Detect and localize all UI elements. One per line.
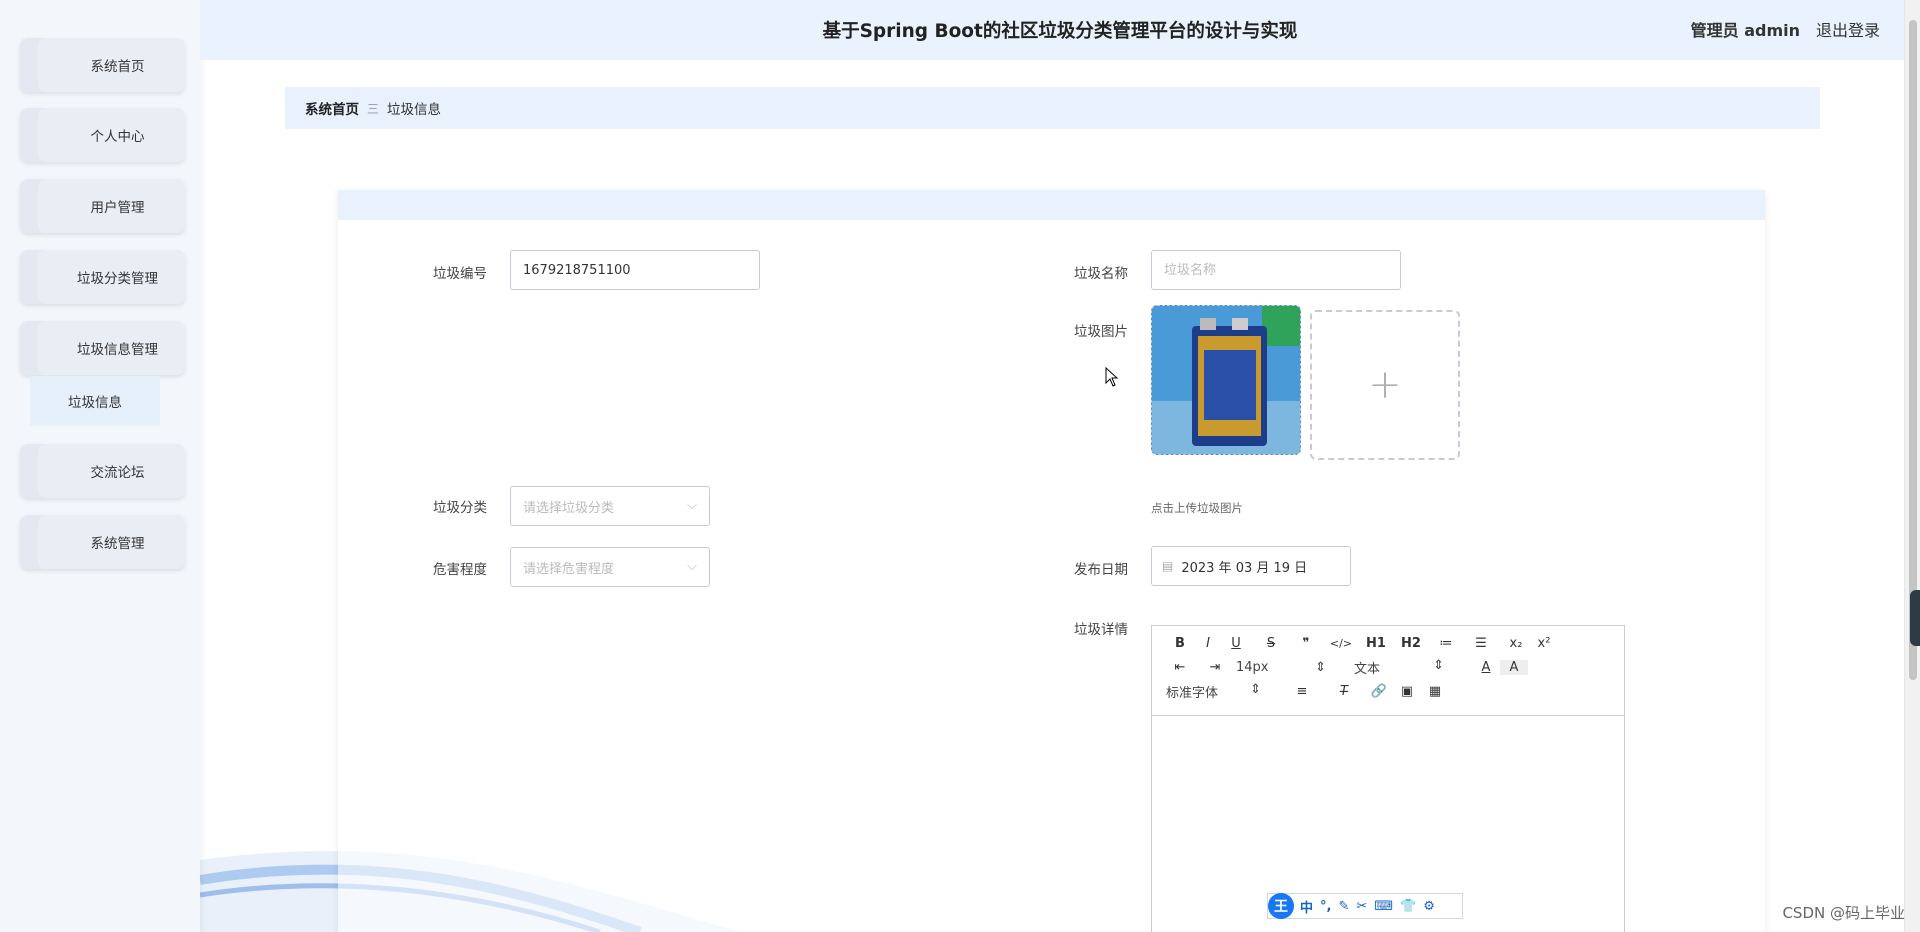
sidebar-item-label: 系统首页: [90, 59, 145, 75]
ime-scissors-icon[interactable]: ✂: [1356, 899, 1367, 914]
superscript-button[interactable]: x²: [1530, 636, 1558, 651]
subscript-button[interactable]: x₂: [1502, 636, 1530, 651]
ime-skin-icon[interactable]: 👕: [1400, 899, 1416, 914]
ime-logo-icon[interactable]: 王: [1268, 893, 1294, 919]
sidebar: 系统首页 个人中心 用户管理 垃圾分类管理 垃圾信息管理 垃圾信息 交流论坛 系…: [0, 0, 200, 932]
plus-icon: +: [1368, 362, 1402, 408]
logout-link[interactable]: 退出登录: [1816, 0, 1880, 62]
bullet-list-icon[interactable]: ☰: [1460, 636, 1502, 651]
hazard-select[interactable]: 请选择危害程度 ⌵: [510, 547, 710, 587]
select-arrows-icon: ⇕: [1315, 659, 1326, 675]
page-title: 基于Spring Boot的社区垃圾分类管理平台的设计与实现: [822, 21, 1298, 42]
sidebar-item-label: 垃圾分类管理: [77, 271, 158, 287]
date-value: 2023 年 03 月 19 日: [1181, 560, 1308, 576]
select-arrows-icon: ⇕: [1433, 657, 1444, 673]
scrollbar-thumb[interactable]: [1909, 20, 1917, 680]
italic-button[interactable]: I: [1194, 636, 1222, 651]
outdent-icon[interactable]: ⇤: [1166, 660, 1194, 675]
breadcrumb-current: 垃圾信息: [387, 102, 442, 118]
font-size-value: 14px: [1236, 659, 1269, 675]
sidebar-item-forum[interactable]: 交流论坛: [20, 444, 185, 498]
sidebar-item-label: 交流论坛: [90, 465, 145, 481]
background-color-icon[interactable]: A: [1500, 659, 1528, 675]
battery-image: [1152, 306, 1300, 454]
card-header-bar: [338, 190, 1765, 220]
current-user: 管理员 admin: [1690, 21, 1800, 40]
garbage-image-thumbnail[interactable]: [1151, 305, 1301, 455]
toolbar-row-1: B I U S ❞ </> H1 H2 ≔ ☰ x₂ x²: [1166, 632, 1558, 654]
align-icon[interactable]: ≡: [1281, 684, 1323, 699]
h1-button[interactable]: H1: [1362, 636, 1390, 651]
sidebar-item-profile[interactable]: 个人中心: [20, 108, 185, 162]
upload-hint: 点击上传垃圾图片: [1151, 501, 1243, 515]
form-card: 垃圾编号 垃圾分类 请选择垃圾分类 ⌵ 危害程度 请选择危害程度 ⌵ 垃圾名称 …: [338, 190, 1765, 932]
strike-button[interactable]: S: [1250, 636, 1292, 651]
sidebar-item-garbage-info[interactable]: 垃圾信息管理: [20, 321, 185, 375]
watermark: CSDN @码上毕业: [1782, 904, 1905, 922]
detail-label: 垃圾详情: [1074, 622, 1128, 638]
sidebar-item-label: 个人中心: [90, 129, 145, 145]
sidebar-item-label: 用户管理: [90, 200, 145, 216]
image-icon[interactable]: ▣: [1393, 684, 1421, 699]
font-size-select[interactable]: 14px ⇕: [1236, 660, 1326, 675]
header: 基于Spring Boot的社区垃圾分类管理平台的设计与实现 管理员 admin…: [200, 0, 1920, 60]
sidebar-item-label: 系统管理: [90, 536, 145, 552]
ime-settings-icon[interactable]: ⚙: [1423, 899, 1435, 914]
name-input[interactable]: [1151, 250, 1401, 290]
breadcrumb-separator-icon: 三: [367, 101, 380, 116]
code-block-icon[interactable]: </>: [1320, 637, 1362, 650]
sidebar-item-garbage-category[interactable]: 垃圾分类管理: [20, 250, 185, 304]
blockquote-icon[interactable]: ❞: [1292, 636, 1320, 651]
breadcrumb: 系统首页 三 垃圾信息: [285, 87, 1820, 129]
name-label: 垃圾名称: [1074, 266, 1128, 282]
ime-toolbar: 王 中 °, ✎ ✂ ⌨ 👕 ⚙: [1267, 893, 1463, 919]
ordered-list-icon[interactable]: ≔: [1432, 636, 1460, 651]
sidebar-subitem-garbage-info[interactable]: 垃圾信息: [30, 376, 160, 426]
sidebar-item-users[interactable]: 用户管理: [20, 179, 185, 233]
text-type-value: 文本: [1354, 661, 1381, 677]
date-picker[interactable]: ▤ 2023 年 03 月 19 日: [1151, 546, 1351, 586]
video-icon[interactable]: ▦: [1421, 684, 1449, 699]
text-type-select[interactable]: 文本 ⇕: [1354, 658, 1444, 677]
image-upload-button[interactable]: +: [1310, 310, 1460, 460]
underline-button[interactable]: U: [1222, 636, 1250, 651]
font-family-select[interactable]: 标准字体 ⇕: [1166, 682, 1261, 701]
hazard-label: 危害程度: [433, 562, 487, 578]
calendar-icon: ▤: [1162, 559, 1174, 573]
code-input[interactable]: [510, 250, 760, 290]
image-label: 垃圾图片: [1074, 324, 1128, 340]
sidebar-item-label: 垃圾信息管理: [77, 342, 158, 358]
ime-punctuation-icon[interactable]: °,: [1320, 899, 1331, 914]
chevron-down-icon: ⌵: [687, 498, 697, 513]
sidebar-item-home[interactable]: 系统首页: [20, 38, 185, 92]
ime-keyboard-icon[interactable]: ⌨: [1374, 899, 1393, 914]
ime-handwrite-icon[interactable]: ✎: [1338, 899, 1349, 914]
code-label: 垃圾编号: [433, 266, 487, 282]
page-scrollbar[interactable]: [1904, 0, 1920, 932]
category-select[interactable]: 请选择垃圾分类 ⌵: [510, 486, 710, 526]
font-family-value: 标准字体: [1166, 685, 1219, 701]
clear-format-icon[interactable]: T̶: [1323, 684, 1365, 699]
sidebar-item-system[interactable]: 系统管理: [20, 515, 185, 569]
editor-toolbar: B I U S ❞ </> H1 H2 ≔ ☰ x₂ x² ⇤ ⇥ 14px ⇕ …: [1152, 626, 1624, 716]
bold-button[interactable]: B: [1166, 636, 1194, 651]
date-label: 发布日期: [1074, 562, 1128, 578]
select-arrows-icon: ⇕: [1250, 681, 1261, 697]
h2-button[interactable]: H2: [1390, 636, 1432, 651]
rich-text-editor: B I U S ❞ </> H1 H2 ≔ ☰ x₂ x² ⇤ ⇥ 14px ⇕ …: [1151, 625, 1625, 932]
mouse-cursor-icon: [1105, 367, 1119, 387]
font-color-icon[interactable]: A: [1472, 660, 1500, 675]
toolbar-row-2: ⇤ ⇥ 14px ⇕ 文本 ⇕ A A: [1166, 656, 1528, 678]
link-icon[interactable]: 🔗: [1365, 684, 1393, 699]
toolbar-row-3: 标准字体 ⇕ ≡ T̶ 🔗 ▣ ▦: [1166, 680, 1449, 702]
hazard-placeholder: 请选择危害程度: [523, 561, 615, 577]
category-label: 垃圾分类: [433, 500, 487, 516]
indent-icon[interactable]: ⇥: [1194, 660, 1236, 675]
breadcrumb-home[interactable]: 系统首页: [305, 98, 359, 118]
chevron-down-icon: ⌵: [687, 559, 697, 574]
ime-chinese-mode[interactable]: 中: [1300, 897, 1313, 916]
side-widget-handle[interactable]: [1910, 590, 1920, 646]
category-placeholder: 请选择垃圾分类: [523, 500, 615, 516]
sidebar-subitem-label: 垃圾信息: [68, 395, 122, 411]
